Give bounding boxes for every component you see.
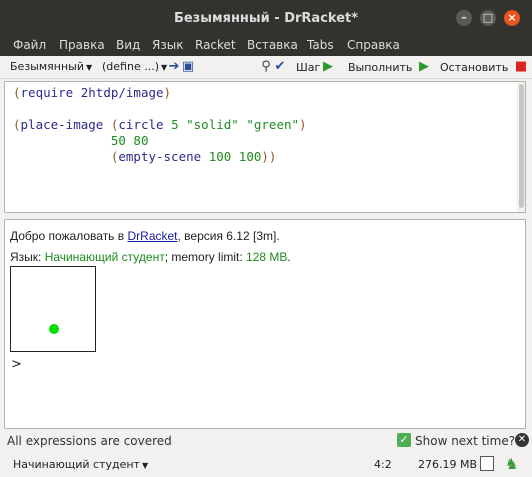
menu-help[interactable]: Справка (347, 38, 400, 52)
file-name-dropdown[interactable]: Безымянный ▼ (6, 59, 96, 76)
scrollbar-thumb[interactable] (519, 84, 524, 208)
coverage-bar: All expressions are covered ✓ Show next … (0, 432, 532, 450)
run-button[interactable]: Выполнить (348, 61, 412, 74)
close-icon[interactable]: ✕ (515, 433, 529, 447)
chevron-down-icon: ▼ (141, 461, 149, 470)
memory-prefix: ; memory limit: (164, 250, 247, 264)
chevron-down-icon: ▼ (85, 63, 93, 72)
stop-button[interactable]: Остановить (440, 61, 508, 74)
menu-tabs[interactable]: Tabs (307, 38, 334, 52)
welcome-suffix: , версия 6.12 [3m]. (177, 229, 280, 243)
language-name: Начинающий студент (44, 250, 165, 264)
welcome-prefix: Добро пожаловать в (10, 229, 128, 243)
editor-scrollbar[interactable] (517, 82, 525, 212)
empty-scene-image (10, 266, 96, 352)
step-button[interactable]: Шаг (296, 61, 320, 74)
coverage-message: All expressions are covered (7, 434, 172, 448)
maximize-button[interactable]: □ (480, 10, 496, 26)
language-selector[interactable]: Начинающий студент ▼ (13, 458, 148, 471)
window-title: Безымянный - DrRacket* (173, 11, 359, 26)
title-bar: Безымянный - DrRacket* – □ × (0, 0, 532, 36)
menu-language[interactable]: Язык (152, 38, 183, 52)
stop-icon[interactable]: ■ (513, 59, 529, 75)
floppy-disk-icon[interactable]: ▣ (180, 59, 196, 75)
welcome-line: Добро пожаловать в DrRacket, версия 6.12… (10, 229, 280, 243)
memory-usage: 276.19 MB (418, 458, 478, 471)
cursor-position: 4:2 (374, 458, 392, 471)
code-text: (require 2htdp/image) (place-image (circ… (13, 85, 307, 164)
close-window-button[interactable]: × (504, 10, 520, 26)
memory-limit-value: 128 MB (246, 250, 288, 264)
menu-file[interactable]: Файл (13, 38, 46, 52)
drracket-link[interactable]: DrRacket (127, 229, 177, 243)
running-figure-icon: ♞ (505, 455, 519, 473)
drracket-window: Безымянный - DrRacket* – □ × Файл Правка… (0, 0, 532, 477)
interactions-pane[interactable]: Добро пожаловать в DrRacket, версия 6.12… (4, 219, 526, 429)
language-prefix: Язык: (10, 250, 45, 264)
show-next-time-label[interactable]: Show next time? (415, 434, 515, 448)
file-name-label: Безымянный (10, 60, 84, 73)
menu-insert[interactable]: Вставка (247, 38, 298, 52)
check-syntax-icon[interactable]: ✔ (272, 59, 288, 75)
definitions-editor[interactable]: (require 2htdp/image) (place-image (circ… (4, 81, 526, 213)
status-bar: Начинающий студент ▼ 4:2 276.19 MB ♞ (0, 453, 532, 477)
menu-edit[interactable]: Правка (59, 38, 105, 52)
step-icon[interactable]: ▶ (320, 59, 336, 75)
language-selector-label: Начинающий студент (13, 458, 140, 471)
run-icon[interactable]: ▶ (416, 59, 432, 75)
menu-racket[interactable]: Racket (195, 38, 236, 52)
language-line: Язык: Начинающий студент; memory limit: … (10, 250, 291, 264)
minimize-button[interactable]: – (456, 10, 472, 26)
toolbar: Безымянный ▼ (define ...) ▼ ➔ ▣ ⚲ ✔ Шаг ▶ … (0, 57, 532, 79)
menu-bar: Файл Правка Вид Язык Racket Вставка Tabs… (0, 36, 532, 56)
repl-prompt[interactable]: > (11, 357, 22, 372)
define-menu-dropdown[interactable]: (define ...) ▼ (98, 59, 171, 76)
gc-indicator-icon (480, 456, 494, 471)
memory-suffix: . (287, 250, 291, 264)
menu-view[interactable]: Вид (116, 38, 140, 52)
green-circle (49, 324, 59, 334)
checkbox-icon[interactable]: ✓ (397, 433, 411, 447)
define-menu-label: (define ...) (102, 60, 159, 73)
